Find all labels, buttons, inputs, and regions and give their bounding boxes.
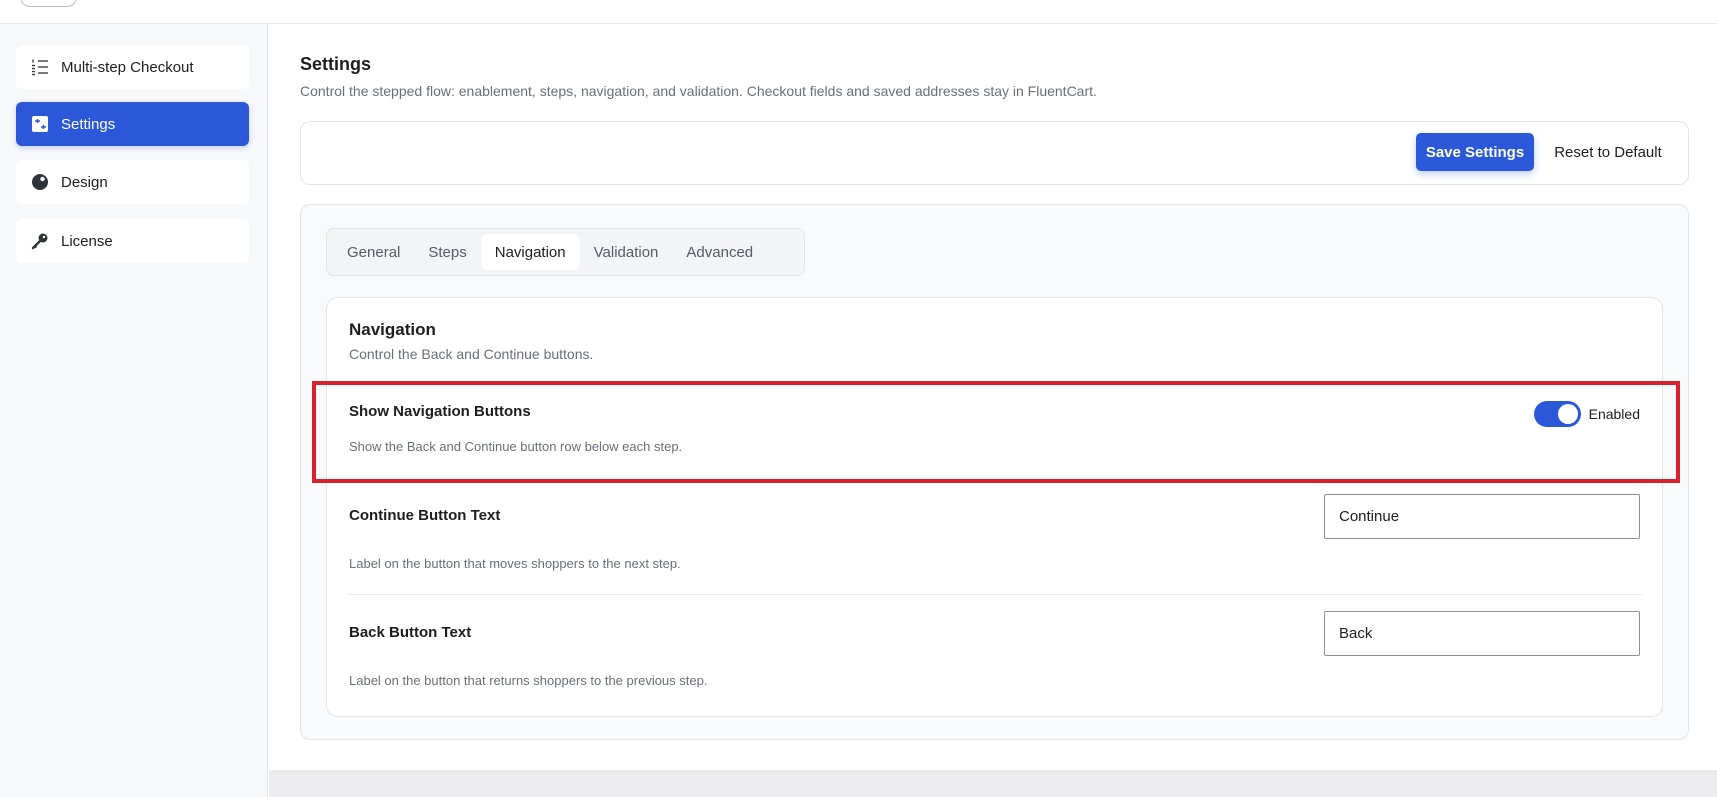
reset-to-default-button[interactable]: Reset to Default — [1542, 133, 1674, 171]
toggle-knob — [1557, 404, 1578, 424]
main-content: Settings Control the stepped flow: enabl… — [269, 24, 1717, 770]
actions-bar: Save Settings Reset to Default — [300, 121, 1689, 185]
tab-validation[interactable]: Validation — [580, 234, 673, 270]
sidebar-item-settings[interactable]: Settings — [16, 102, 249, 146]
continue-button-text-help: Label on the button that moves shoppers … — [349, 556, 681, 571]
bottom-strip — [269, 770, 1717, 797]
sidebar-item-design[interactable]: Design — [16, 160, 249, 204]
sidebar-item-label: Settings — [61, 115, 116, 133]
tab-steps[interactable]: Steps — [414, 234, 480, 270]
sidebar-item-label: Design — [61, 173, 108, 191]
key-icon — [30, 231, 50, 251]
sidebar-item-label: License — [61, 232, 113, 250]
tab-general[interactable]: General — [333, 234, 414, 270]
save-settings-button[interactable]: Save Settings — [1416, 133, 1534, 171]
navigation-card: Navigation Control the Back and Continue… — [312, 297, 1680, 717]
back-button-text-label: Back Button Text — [349, 624, 472, 641]
settings-tabs: General Steps Navigation Validation Adva… — [326, 228, 805, 276]
list-numbered-icon — [30, 57, 50, 77]
tab-navigation[interactable]: Navigation — [480, 234, 580, 270]
navigation-card-subtitle: Control the Back and Continue buttons. — [349, 346, 594, 362]
sidebar-item-license[interactable]: License — [16, 219, 249, 263]
settings-panel: General Steps Navigation Validation Adva… — [300, 204, 1689, 740]
page-subtitle: Control the stepped flow: enablement, st… — [300, 83, 1097, 99]
page-title: Settings — [300, 54, 372, 74]
settings-panel-icon — [30, 114, 50, 134]
show-navigation-buttons-control: Enabled — [1533, 401, 1640, 427]
top-bar — [0, 0, 1717, 24]
palette-icon — [30, 172, 50, 192]
back-button-text-help: Label on the button that returns shopper… — [349, 673, 708, 688]
continue-button-text-input[interactable] — [1324, 494, 1640, 539]
tab-advanced[interactable]: Advanced — [672, 234, 767, 270]
back-button-text-input[interactable] — [1324, 611, 1640, 656]
top-bar-pill-button[interactable] — [20, 0, 77, 7]
divider — [349, 594, 1642, 595]
show-navigation-buttons-help: Show the Back and Continue button row be… — [349, 439, 683, 454]
sidebar: Multi-step Checkout Settings Design Lice… — [0, 24, 268, 797]
show-navigation-buttons-label: Show Navigation Buttons — [349, 403, 531, 420]
show-navigation-buttons-toggle[interactable] — [1533, 401, 1581, 427]
navigation-card-title: Navigation — [349, 320, 436, 339]
sidebar-item-label: Multi-step Checkout — [61, 58, 194, 76]
highlight-box — [312, 381, 1680, 483]
sidebar-item-multi-step-checkout[interactable]: Multi-step Checkout — [16, 45, 249, 89]
toggle-state-label: Enabled — [1588, 406, 1640, 422]
continue-button-text-label: Continue Button Text — [349, 507, 501, 524]
